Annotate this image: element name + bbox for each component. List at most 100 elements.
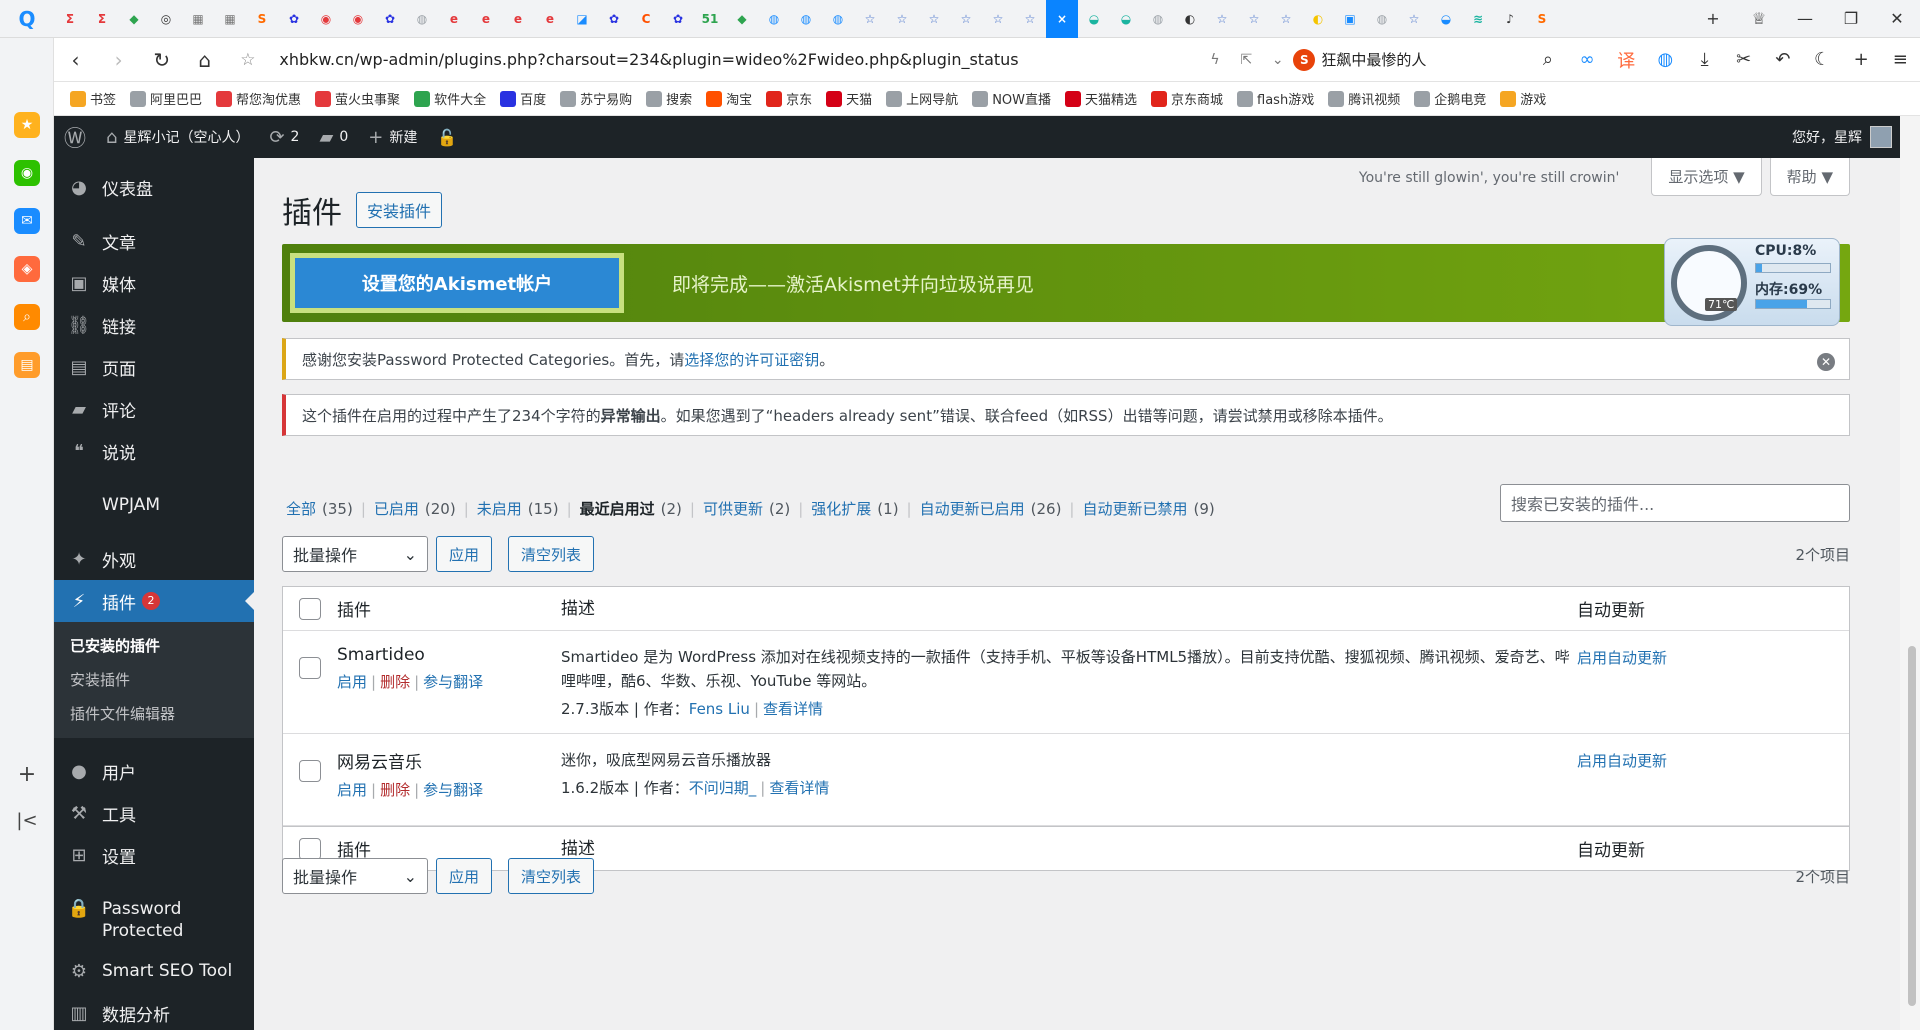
browser-tab[interactable]: ♪ (1494, 0, 1526, 38)
comments-link[interactable]: ▰ 0 (309, 116, 358, 158)
browser-tab[interactable]: ◍ (406, 0, 438, 38)
bookmark-item[interactable]: flash游戏 (1237, 89, 1314, 108)
undo-icon[interactable]: ↶ (1763, 38, 1802, 82)
browser-tab[interactable]: 51 (694, 0, 726, 38)
bookmark-item[interactable]: 百度 (500, 89, 546, 108)
browser-tab[interactable]: ▣ (1334, 0, 1366, 38)
bulk-action-select-bottom[interactable]: 批量操作 ⌄ (282, 858, 428, 894)
sidebar-item-quote[interactable]: ❝ 说说 (54, 430, 254, 472)
bookmark-item[interactable]: 天猫 (826, 89, 872, 108)
sidebar-item-comment[interactable]: ▰ 评论 (54, 388, 254, 430)
browser-tab[interactable]: ▦ (182, 0, 214, 38)
browser-tab[interactable]: C (630, 0, 662, 38)
wechat-icon[interactable]: ◉ (14, 160, 40, 186)
minimize-icon[interactable]: — (1782, 0, 1828, 38)
plugin-checkbox[interactable] (299, 760, 321, 782)
avatar[interactable] (1870, 126, 1892, 148)
sidebar-item-appearance[interactable]: ✦ 外观 (54, 538, 254, 580)
browser-tab[interactable]: ◍ (1366, 0, 1398, 38)
clear-list-button-bottom[interactable]: 清空列表 (508, 858, 595, 894)
night-mode-icon[interactable]: ☾ (1802, 38, 1841, 82)
author-link[interactable]: Fens Liu (689, 700, 750, 718)
account-greeting[interactable]: 您好，星辉 (1792, 127, 1862, 147)
infinity-icon[interactable]: ∞ (1568, 38, 1607, 82)
skin-icon[interactable]: ♕ (1736, 0, 1782, 38)
page-scrollbar[interactable] (1900, 116, 1920, 1030)
collapse-rail-icon[interactable]: |< (0, 810, 54, 831)
bookmark-item[interactable]: 帮您淘优惠 (216, 89, 301, 108)
browser-tab[interactable]: Σ (86, 0, 118, 38)
submenu-item[interactable]: 已安装的插件 (54, 628, 254, 662)
browser-tab[interactable]: ◐ (1302, 0, 1334, 38)
sidebar-item-lock[interactable]: 🔒 Password Protected (54, 888, 254, 950)
back-icon[interactable]: ‹ (54, 38, 97, 82)
license-key-link[interactable]: 选择您的许可证密钥 (684, 351, 819, 369)
browser-tab[interactable]: ◒ (1110, 0, 1142, 38)
browser-tab[interactable]: ☆ (1238, 0, 1270, 38)
star-icon[interactable]: ★ (14, 112, 40, 138)
enable-auto-update-link[interactable]: 启用自动更新 (1577, 750, 1849, 771)
browser-tab[interactable]: ▦ (214, 0, 246, 38)
browser-tab[interactable]: ☆ (950, 0, 982, 38)
browser-tab[interactable]: ◒ (1078, 0, 1110, 38)
browser-tab[interactable]: ◆ (726, 0, 758, 38)
bookmark-item[interactable]: 软件大全 (414, 89, 486, 108)
close-window-icon[interactable]: ✕ (1874, 0, 1920, 38)
browser-tab[interactable]: ◍ (822, 0, 854, 38)
submenu-item[interactable]: 插件文件编辑器 (54, 696, 254, 730)
notes-icon[interactable]: ▤ (14, 352, 40, 378)
browser-tab[interactable]: ✿ (374, 0, 406, 38)
menu-icon[interactable]: ≡ (1881, 38, 1920, 82)
bookmark-item[interactable]: 企鹅电竞 (1414, 89, 1486, 108)
search-tool-icon[interactable]: ⌕ (14, 304, 40, 330)
apply-button[interactable]: 应用 (436, 536, 493, 572)
sidebar-item-page[interactable]: ▤ 页面 (54, 346, 254, 388)
new-content-link[interactable]: + 新建 (358, 116, 427, 158)
browser-tab[interactable]: e (534, 0, 566, 38)
activate-link[interactable]: 启用 (337, 673, 367, 691)
translate-ext-icon[interactable]: 译 (1607, 38, 1646, 82)
sidebar-item-dashboard[interactable]: ◕ 仪表盘 (54, 166, 254, 208)
browser-tab[interactable]: ☆ (1398, 0, 1430, 38)
filter-link[interactable]: 已启用 (374, 498, 419, 519)
browser-tab[interactable]: ☆ (854, 0, 886, 38)
site-name-link[interactable]: ⌂ 星辉小记（空心人） (96, 116, 259, 158)
browser-tab[interactable]: ☆ (1014, 0, 1046, 38)
download-icon[interactable]: ⤓ (1685, 38, 1724, 82)
bookmark-item[interactable]: NOW直播 (972, 89, 1051, 108)
system-monitor-widget[interactable]: 71℃ CPU:8% 内存:69% (1664, 238, 1840, 326)
bookmark-item[interactable]: 京东 (766, 89, 812, 108)
bookmark-item[interactable]: 天猫精选 (1065, 89, 1137, 108)
browser-tab[interactable]: Σ (54, 0, 86, 38)
browser-tab[interactable]: ◎ (150, 0, 182, 38)
sidebar-item-analytics[interactable]: ▥ 数据分析 (54, 992, 254, 1030)
submenu-item[interactable]: 安装插件 (54, 662, 254, 696)
akismet-setup-button[interactable]: 设置您的Akismet帐户 (290, 253, 624, 313)
browser-tab[interactable]: e (502, 0, 534, 38)
browser-tab[interactable]: ✿ (662, 0, 694, 38)
restore-icon[interactable]: ❐ (1828, 0, 1874, 38)
sidebar-item-media[interactable]: ▣ 媒体 (54, 262, 254, 304)
browser-tab[interactable]: S (246, 0, 278, 38)
home-icon[interactable]: ⌂ (183, 38, 226, 82)
bookmark-item[interactable]: 腾讯视频 (1328, 89, 1400, 108)
browser-tab[interactable]: ◉ (342, 0, 374, 38)
bookmark-item[interactable]: 上网导航 (886, 89, 958, 108)
plugin-checkbox[interactable] (299, 657, 321, 679)
browser-tab[interactable]: ◍ (758, 0, 790, 38)
sidebar-item-wpjam[interactable]: WPJAM (54, 484, 254, 526)
sidebar-item-seo[interactable]: ⚙ Smart SEO Tool (54, 950, 254, 992)
details-link[interactable]: 查看详情 (769, 779, 829, 797)
new-tab-icon[interactable]: + (1690, 0, 1736, 38)
bookmark-item[interactable]: 京东商城 (1151, 89, 1223, 108)
browser-tab[interactable]: ◒ (1430, 0, 1462, 38)
browser-tab[interactable]: ◪ (566, 0, 598, 38)
filter-link[interactable]: 全部 (286, 498, 316, 519)
flash-icon[interactable]: ϟ (1199, 38, 1230, 82)
browser-tab[interactable]: ✿ (278, 0, 310, 38)
enable-auto-update-link[interactable]: 启用自动更新 (1577, 647, 1849, 668)
sidebar-item-plugin[interactable]: ⚡ 插件 2 (54, 580, 254, 622)
apply-button-bottom[interactable]: 应用 (436, 858, 493, 894)
magnifier-icon[interactable]: ⌕ (1528, 38, 1567, 82)
bookmark-item[interactable]: 萤火虫事聚 (315, 89, 400, 108)
